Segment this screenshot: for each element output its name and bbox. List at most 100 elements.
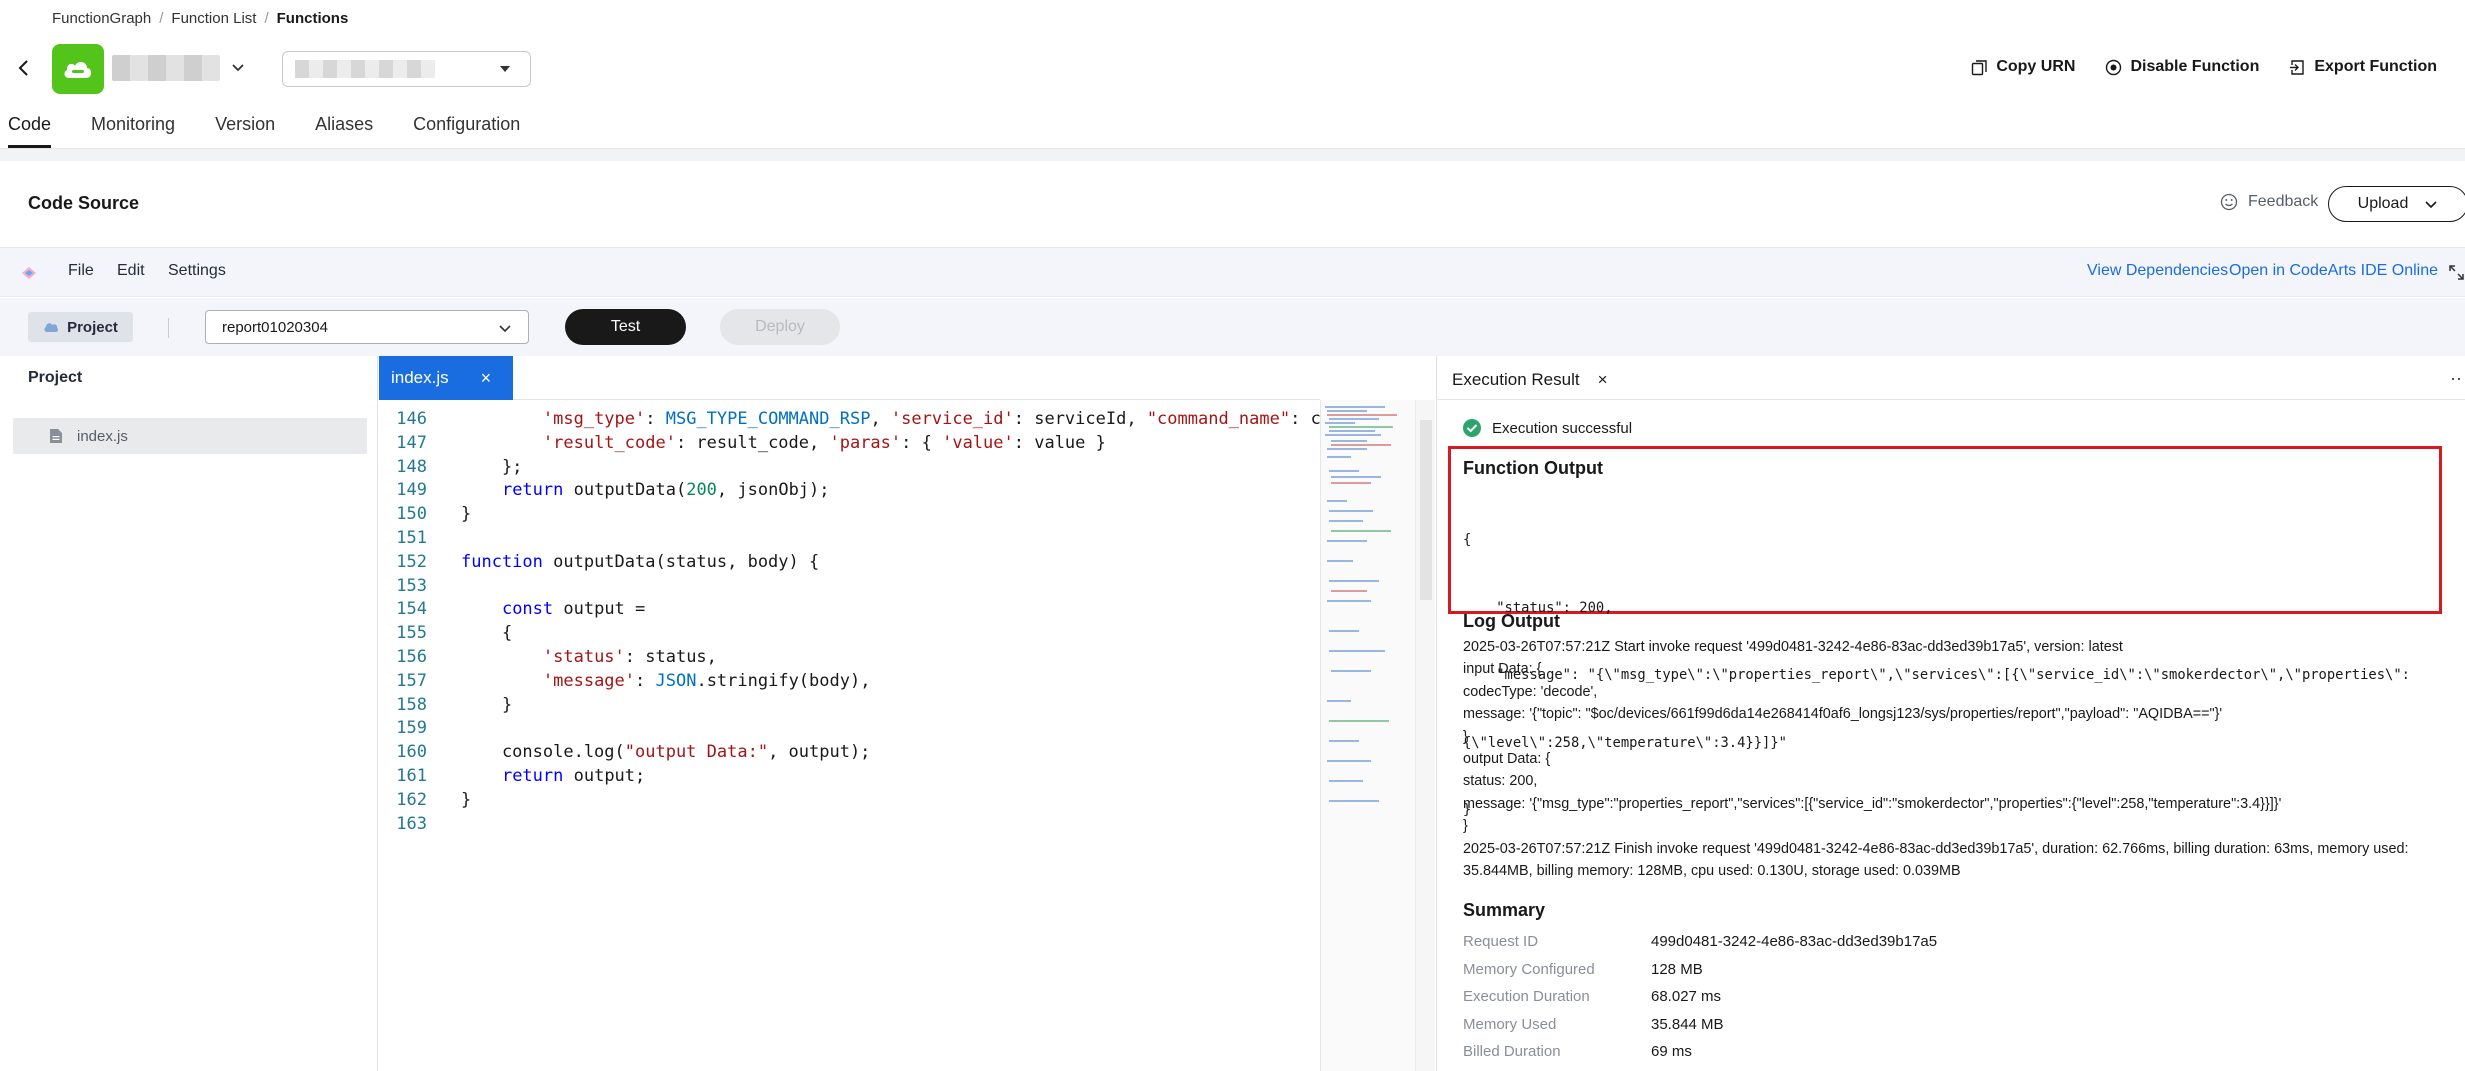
copy-icon [1972,59,1988,75]
code-lines: 146 'msg_type': MSG_TYPE_COMMAND_RSP, 's… [379,408,1320,836]
summary-value: 68.027 ms [1651,988,1722,1006]
editor-scrollbar[interactable] [1415,400,1435,1071]
upload-button[interactable]: Upload [2328,186,2465,222]
function-output-line: "status": 200, [1463,599,1613,616]
deploy-button[interactable]: Deploy [720,309,840,345]
chevron-down-icon[interactable] [228,58,248,78]
project-toggle-button[interactable]: Project [28,312,133,342]
tab-code[interactable]: Code [8,110,52,148]
log-line: } [1463,818,1468,835]
code-source-title: Code Source [28,193,140,213]
feedback-label: Feedback [2248,193,2319,210]
code-minimap[interactable] [1320,400,1415,1071]
code-line: 152 function outputData(status, body) { [379,551,1320,575]
scrollbar-thumb[interactable] [1420,420,1432,600]
function-name-redacted[interactable] [112,55,220,81]
code-line: 158 } [379,694,1320,718]
summary-row-request-id: Request ID 499d0481-3242-4e86-83ac-dd3ed3… [1463,928,1937,956]
tab-aliases[interactable]: Aliases [315,110,373,148]
caret-down-icon [500,66,510,72]
version-select[interactable] [282,51,531,87]
line-number: 149 [396,480,427,501]
smile-icon [2220,193,2238,211]
breadcrumb: FunctionGraph / Function List / Function… [52,8,348,28]
line-number: 154 [396,599,427,620]
menu-settings[interactable]: Settings [168,262,226,280]
function-output-title: Function Output [1463,458,1603,478]
log-line: message: '{"topic": "$oc/devices/661f99d… [1463,706,2223,723]
tab-version[interactable]: Version [215,110,275,148]
breadcrumb-function-list[interactable]: Function List [171,10,256,27]
test-event-select[interactable]: report01020304 [205,310,529,344]
close-icon[interactable]: × [481,368,492,389]
disable-function-button[interactable]: Disable Function [2105,58,2259,76]
more-icon[interactable]: ·· [2450,368,2462,389]
code-line: 157 'message': JSON.stringify(body), [379,670,1320,694]
code-text: 'result_code': result_code, 'paras': { '… [542,432,1106,453]
chevron-down-icon [2425,201,2437,209]
code-line: 156 'status': status, [379,646,1320,670]
file-item-label: index.js [77,427,128,445]
line-number: 148 [396,456,427,477]
code-text: }; [461,456,523,477]
line-number: 147 [396,432,427,453]
line-number: 159 [396,718,427,739]
code-text: const output = [501,599,646,620]
execution-result-tab[interactable]: Execution Result × [1452,370,1608,390]
summary-value: 128 MB [1651,960,1703,978]
summary-key: Memory Used [1463,1015,1557,1033]
code-text: 'status': status, [542,646,717,667]
back-arrow-icon[interactable] [14,56,34,80]
close-icon[interactable]: × [1598,370,1608,390]
summary-key: Billed Duration [1463,1043,1561,1061]
code-line: 154 const output = [379,598,1320,622]
function-logo-icon [52,44,104,94]
line-number: 155 [396,623,427,644]
feedback-link[interactable]: Feedback [2220,193,2318,211]
summary-key: Execution Duration [1463,988,1590,1006]
line-number: 158 [396,694,427,715]
code-line: 159 [379,717,1320,741]
export-icon [2290,59,2305,75]
function-tabs: Code Monitoring Version Aliases Configur… [0,110,560,148]
code-line: 149 return outputData(200, jsonObj); [379,479,1320,503]
log-line: } [1463,728,1468,745]
test-button[interactable]: Test [565,309,686,345]
expand-icon[interactable] [2448,264,2465,281]
editor-tab-index-js[interactable]: index.js × [379,356,513,400]
code-line: 155 { [379,622,1320,646]
line-number: 156 [396,646,427,667]
tab-monitoring[interactable]: Monitoring [91,110,175,148]
code-text: 'message': JSON.stringify(body), [542,670,871,691]
check-circle-icon [1463,419,1481,437]
file-item-index-js[interactable]: index.js [13,418,367,454]
header-actions: Copy URN Disable Function Export Functio… [1971,55,2437,79]
copy-urn-label: Copy URN [1996,58,2076,75]
menu-edit[interactable]: Edit [117,262,145,280]
log-line: 2025-03-26T07:57:21Z Start invoke reques… [1463,639,2123,655]
execution-result-tab-label: Execution Result [1452,370,1580,389]
cloud-icon [44,323,59,332]
log-output-title: Log Output [1463,611,1560,631]
code-line: 146 'msg_type': MSG_TYPE_COMMAND_RSP, 's… [379,408,1320,432]
line-number: 146 [396,409,427,429]
code-text: } [461,504,472,525]
export-function-button[interactable]: Export Function [2289,58,2437,76]
breadcrumb-functiongraph[interactable]: FunctionGraph [52,10,151,27]
export-function-label: Export Function [2314,58,2437,75]
menu-file[interactable]: File [68,262,94,280]
code-line: 160 console.log("output Data:", output); [379,741,1320,765]
code-line: 151 [379,527,1320,551]
code-line: 147 'result_code': result_code, 'paras':… [379,432,1320,456]
view-dependencies-link[interactable]: View Dependencies [2087,262,2228,280]
line-number: 161 [396,765,427,786]
code-text: { [461,623,513,644]
test-event-value: report01020304 [222,319,328,336]
code-editor[interactable]: 146 'msg_type': MSG_TYPE_COMMAND_RSP, 's… [379,400,1320,1071]
open-codearts-ide-link[interactable]: Open in CodeArts IDE Online [2229,262,2438,280]
log-line: codecType: 'decode', [1463,683,1598,700]
code-text: function outputData(status, body) { [461,551,820,572]
log-line: output Data: { [1463,751,1551,768]
tab-configuration[interactable]: Configuration [413,110,520,148]
copy-urn-button[interactable]: Copy URN [1971,58,2075,76]
